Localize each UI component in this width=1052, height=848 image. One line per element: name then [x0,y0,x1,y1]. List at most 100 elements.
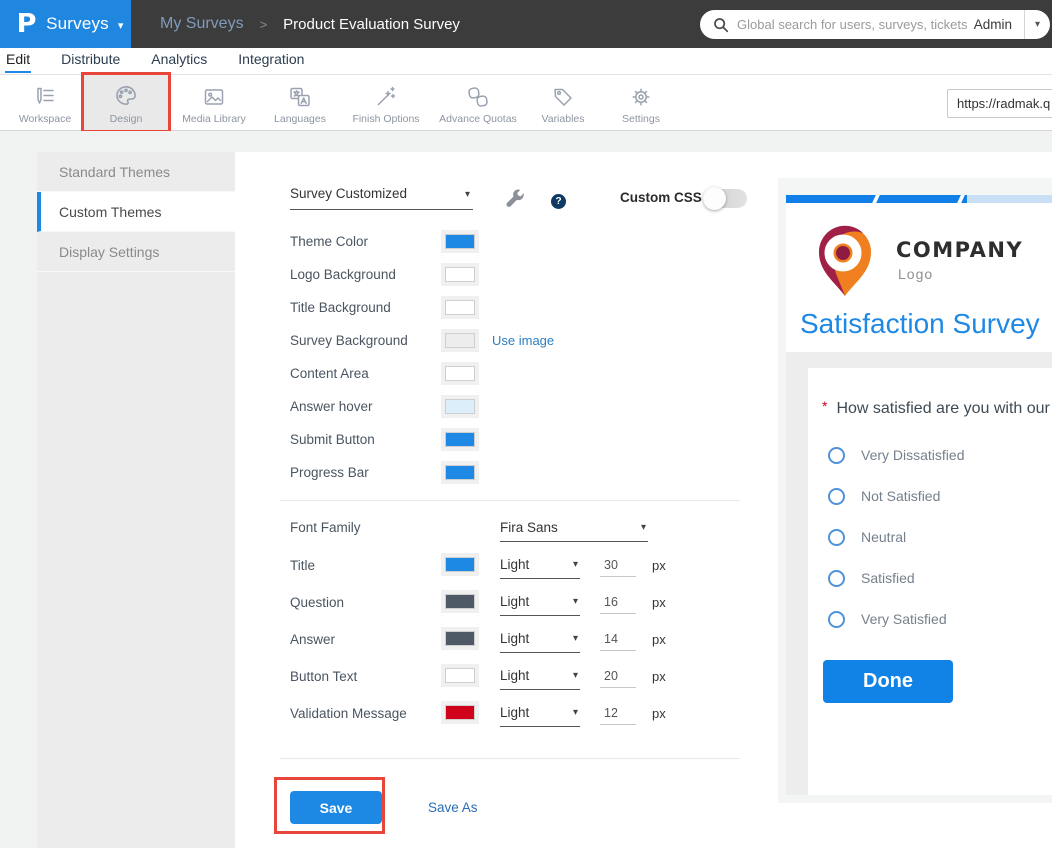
font-color-swatch[interactable] [445,631,475,646]
toolbar-item-label: Design [110,113,143,125]
answer-option-neutral[interactable]: Neutral [828,526,964,548]
preview-column: COMPANY Logo Satisfaction Survey *How sa… [778,152,1052,848]
edit-theme-button[interactable] [503,188,527,217]
sidebar-item-standard-themes[interactable]: Standard Themes [37,152,235,192]
toolbar-item-design[interactable]: Design [84,75,168,130]
question-card: *How satisfied are you with our Very Dis… [808,368,1052,795]
toolbar-item-media-library[interactable]: Media Library [168,75,260,130]
font-color-swatch[interactable] [445,594,475,609]
color-swatch[interactable] [445,465,475,480]
save-button[interactable]: Save [290,791,382,824]
toolbar-item-finish-options[interactable]: Finish Options [340,75,432,130]
divider [280,500,740,501]
custom-css-toggle[interactable] [703,189,747,208]
proprofs-logo-icon: P [17,9,37,39]
font-weight-dropdown[interactable]: Light ▾ [500,705,580,727]
app-logo-menu[interactable]: P Surveys ▾ [0,0,131,48]
design-icon [113,83,139,109]
font-size-input[interactable]: 12 [600,705,636,725]
font-size-input[interactable]: 20 [600,668,636,688]
help-icon[interactable]: ? [551,194,566,209]
font-weight-dropdown[interactable]: Light▾ [500,594,580,616]
admin-menu[interactable]: Admin [974,17,1024,32]
toolbar-item-label: Languages [274,113,326,125]
font-color-swatch[interactable] [445,705,475,720]
wrench-icon [503,188,527,212]
done-button[interactable]: Done [823,660,953,703]
font-color-swatch[interactable] [445,668,475,683]
color-swatch[interactable] [445,333,475,348]
font-weight-dropdown[interactable]: Light▾ [500,631,580,653]
answer-option-satisfied[interactable]: Satisfied [828,567,964,589]
radio-icon[interactable] [828,611,845,628]
toolbar-item-settings[interactable]: Settings [602,75,680,130]
answer-option-label: Neutral [861,529,906,545]
survey-url-field[interactable] [947,89,1052,118]
font-family-dropdown[interactable]: Fira Sans ▾ [500,520,648,542]
color-swatch[interactable] [445,366,475,381]
color-row-label: Progress Bar [290,465,445,480]
sidebar-item-display-settings[interactable]: Display Settings [37,232,235,272]
toolbar-item-languages[interactable]: Languages [260,75,340,130]
survey-frame: COMPANY Logo Satisfaction Survey *How sa… [786,195,1052,795]
radio-icon[interactable] [828,488,845,505]
caret-down-icon: ▾ [573,559,578,570]
content-area: Standard ThemesCustom ThemesDisplay Sett… [0,131,1052,848]
answer-option-very-satisfied[interactable]: Very Satisfied [828,608,964,630]
font-family-label: Font Family [290,520,500,542]
color-swatch[interactable] [445,267,475,282]
font-size-input[interactable]: 16 [600,594,636,614]
tab-analytics[interactable]: Analytics [150,48,208,71]
color-swatch[interactable] [445,432,475,447]
color-swatch[interactable] [445,300,475,315]
tab-integration[interactable]: Integration [237,48,305,71]
company-logo-title: COMPANY [896,238,1023,262]
answer-option-label: Not Satisfied [861,488,940,504]
sidebar-item-custom-themes[interactable]: Custom Themes [37,192,235,232]
breadcrumb-current: Product Evaluation Survey [283,16,460,33]
answer-options: Very Dissatisfied Not Satisfied Neutral Sat… [828,444,964,649]
color-swatch[interactable] [445,234,475,249]
breadcrumb-parent[interactable]: My Surveys [160,15,244,33]
radio-icon[interactable] [828,529,845,546]
font-row-label: Validation Message [290,705,445,721]
color-swatch[interactable] [445,399,475,414]
caret-down-icon[interactable]: ▾ [1025,19,1040,30]
font-row-title: TitleLight▾30px [290,557,666,573]
color-row-label: Theme Color [290,234,445,249]
variables-icon [551,83,575,109]
toolbar-item-workspace[interactable]: Workspace [6,75,84,130]
languages-icon [288,83,312,109]
tab-distribute[interactable]: Distribute [60,48,121,71]
theme-select-dropdown[interactable]: Survey Customized ▾ [290,186,473,210]
radio-icon[interactable] [828,570,845,587]
font-size-input[interactable]: 14 [600,631,636,651]
font-color-swatch[interactable] [445,557,475,572]
search-input[interactable] [737,17,974,32]
answer-option-very-dissatisfied[interactable]: Very Dissatisfied [828,444,964,466]
color-row-label: Submit Button [290,432,445,447]
settings-icon [629,83,653,109]
save-as-link[interactable]: Save As [428,800,478,815]
toolbar-item-variables[interactable]: Variables [524,75,602,130]
font-weight-dropdown[interactable]: Light▾ [500,557,580,579]
font-weight-dropdown[interactable]: Light▾ [500,668,580,690]
required-asterisk-icon: * [822,398,827,414]
font-weight-value: Light [500,705,529,720]
answer-option-not-satisfied[interactable]: Not Satisfied [828,485,964,507]
color-row-theme-color: Theme Color [290,233,554,249]
toolbar-item-advance-quotas[interactable]: Advance Quotas [432,75,524,130]
font-row-label: Answer [290,631,445,647]
font-row-label: Question [290,594,445,610]
design-settings-panel: Survey Customized ▾ ? Custom CSS Theme C… [235,152,778,848]
color-row-label: Survey Background [290,333,445,348]
font-size-input[interactable]: 30 [600,557,636,577]
answer-option-label: Satisfied [861,570,915,586]
caret-down-icon: ▾ [573,707,578,718]
font-size-unit: px [652,594,666,610]
survey-preview: COMPANY Logo Satisfaction Survey *How sa… [778,178,1052,803]
use-image-link[interactable]: Use image [492,333,554,348]
tab-edit[interactable]: Edit [5,48,31,73]
custom-css-label: Custom CSS [620,190,702,205]
radio-icon[interactable] [828,447,845,464]
